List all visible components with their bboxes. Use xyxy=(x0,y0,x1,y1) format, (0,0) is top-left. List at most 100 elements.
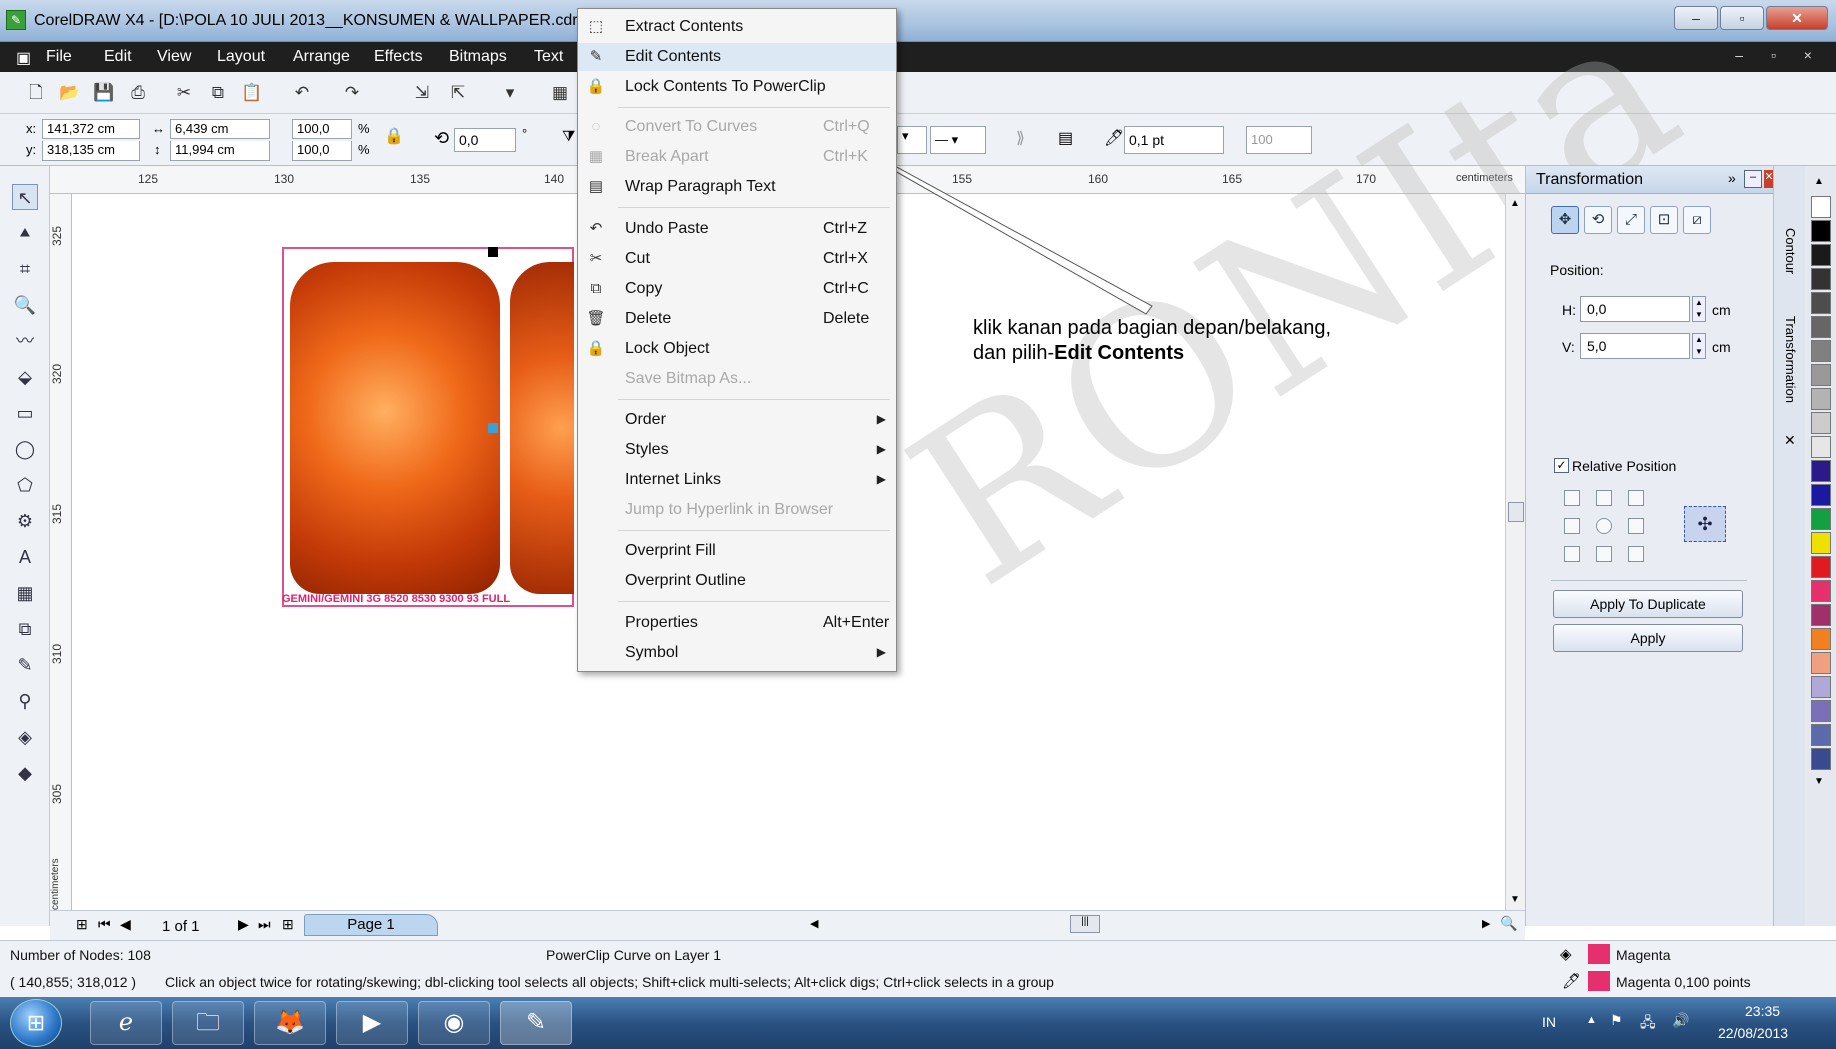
palette-scroll-down-icon[interactable]: ▼ xyxy=(1814,776,1824,787)
tab-transformation[interactable]: Transformation xyxy=(1783,316,1798,403)
palette-scroll-up-icon[interactable]: ▲ xyxy=(1814,176,1824,187)
vertical-scrollbar[interactable]: ▲ ▼ xyxy=(1505,194,1525,910)
clock-time[interactable]: 23:35 xyxy=(1745,1003,1780,1019)
freehand-tool-icon[interactable]: 〰 xyxy=(12,328,38,354)
menu-effects[interactable]: Effects xyxy=(374,48,423,66)
phone-skin-back[interactable] xyxy=(510,262,574,594)
expand-docker-icon[interactable]: » xyxy=(1728,170,1736,186)
new-document-icon[interactable]: 🗋 xyxy=(24,81,48,105)
menu-view[interactable]: View xyxy=(157,48,191,66)
color-swatch[interactable] xyxy=(1811,724,1831,746)
color-swatch[interactable] xyxy=(1811,340,1831,362)
text-tool-icon[interactable]: A xyxy=(12,544,38,570)
color-swatch[interactable] xyxy=(1811,532,1831,554)
menu-item-wrap-paragraph-text[interactable]: ▤ Wrap Paragraph Text xyxy=(578,173,896,201)
menu-item-lock-contents[interactable]: 🔒 Lock Contents To PowerClip xyxy=(578,73,896,101)
menu-arrange[interactable]: Arrange xyxy=(293,48,350,66)
menu-item-undo-paste[interactable]: ↶ Undo Paste Ctrl+Z xyxy=(578,215,896,243)
tab-page-1[interactable]: Page 1 xyxy=(304,914,438,936)
clock-date[interactable]: 22/08/2013 xyxy=(1718,1025,1788,1041)
phone-skin-front[interactable] xyxy=(290,262,500,594)
eyedropper-tool-icon[interactable]: ✎ xyxy=(12,652,38,678)
menu-item-save-bitmap[interactable]: Save Bitmap As... xyxy=(578,365,896,393)
save-icon[interactable]: 💾 xyxy=(92,81,116,105)
prev-page-icon[interactable]: ◀ xyxy=(120,916,131,933)
menu-item-jump-hyperlink[interactable]: Jump to Hyperlink in Browser xyxy=(578,496,896,524)
outline-color-swatch[interactable] xyxy=(1588,971,1610,991)
smart-fill-icon[interactable]: ⬙ xyxy=(12,364,38,390)
anchor-point[interactable] xyxy=(1564,546,1580,562)
tray-expand-icon[interactable]: ▲ xyxy=(1586,1014,1597,1026)
scale-mode-icon[interactable]: ⤢ xyxy=(1617,206,1645,234)
pick-tool-icon[interactable]: ↖ xyxy=(12,184,38,210)
color-swatch[interactable] xyxy=(1811,508,1831,530)
maximize-button[interactable]: ▫ xyxy=(1720,6,1764,30)
relative-position-checkbox[interactable]: ✓ xyxy=(1554,458,1569,473)
menu-item-edit-contents[interactable]: ✎ Edit Contents xyxy=(578,43,896,71)
polygon-tool-icon[interactable]: ⬠ xyxy=(12,472,38,498)
media-player-icon[interactable]: ▶ xyxy=(336,1001,408,1045)
mirror-icon[interactable]: ⧩ xyxy=(562,128,575,145)
file-explorer-icon[interactable]: 🗀 xyxy=(172,1001,244,1045)
color-swatch[interactable] xyxy=(1811,436,1831,458)
selection-handle[interactable] xyxy=(488,423,498,433)
fill-color-swatch[interactable] xyxy=(1588,944,1610,964)
color-swatch[interactable] xyxy=(1811,676,1831,698)
color-swatch[interactable] xyxy=(1811,556,1831,578)
menu-item-extract-contents[interactable]: ⬚ Extract Contents xyxy=(578,13,896,41)
zoom-tool-icon[interactable]: 🔍 xyxy=(12,292,38,318)
menu-item-properties[interactable]: Properties Alt+Enter xyxy=(578,609,896,637)
application-launcher-icon[interactable]: ▾ xyxy=(498,81,522,105)
y-position-field[interactable]: 318,135 cm xyxy=(42,141,140,161)
basic-shapes-icon[interactable]: ⚙ xyxy=(12,508,38,534)
menu-item-overprint-fill[interactable]: Overprint Fill xyxy=(578,537,896,565)
paste-icon[interactable]: 📋 xyxy=(240,81,264,105)
scroll-up-icon[interactable]: ▲ xyxy=(1510,198,1520,209)
horizontal-scroll-thumb[interactable]: ||| xyxy=(1070,915,1100,933)
action-center-icon[interactable]: ⚑ xyxy=(1610,1012,1623,1029)
v-position-field[interactable]: 5,0 xyxy=(1580,333,1690,359)
close-button[interactable]: ✕ xyxy=(1766,6,1828,30)
height-field[interactable]: 11,994 cm xyxy=(170,141,270,161)
anchor-point[interactable] xyxy=(1628,518,1644,534)
close-tab-icon[interactable]: ✕ xyxy=(1784,432,1796,449)
h-stepper[interactable]: ▲ ▼ xyxy=(1692,296,1706,322)
apply-button[interactable]: Apply xyxy=(1553,624,1743,652)
rectangle-tool-icon[interactable]: ▭ xyxy=(12,400,38,426)
outline-tool-icon[interactable]: ⚲ xyxy=(12,688,38,714)
color-swatch[interactable] xyxy=(1811,364,1831,386)
menu-item-order[interactable]: Order ▶ xyxy=(578,406,896,434)
anchor-point[interactable] xyxy=(1596,518,1612,534)
color-swatch[interactable] xyxy=(1811,580,1831,602)
scroll-thumb[interactable] xyxy=(1508,502,1524,522)
h-position-field[interactable]: 0,0 xyxy=(1580,296,1690,322)
color-swatch[interactable] xyxy=(1811,268,1831,290)
anchor-point[interactable] xyxy=(1628,546,1644,562)
interactive-fill-icon[interactable]: ◆ xyxy=(12,760,38,786)
anchor-point[interactable] xyxy=(1596,490,1612,506)
no-color-swatch[interactable] xyxy=(1811,196,1831,218)
print-icon[interactable]: ⎙ xyxy=(126,81,150,105)
menu-item-break-apart[interactable]: ▦ Break Apart Ctrl+K xyxy=(578,143,896,171)
next-page-icon[interactable]: ▶ xyxy=(238,916,249,933)
volume-icon[interactable]: 🔊 xyxy=(1672,1012,1689,1029)
menu-layout[interactable]: Layout xyxy=(217,48,265,66)
color-swatch[interactable] xyxy=(1811,748,1831,770)
menu-edit[interactable]: Edit xyxy=(104,48,132,66)
selection-handle[interactable] xyxy=(488,247,498,257)
menu-item-cut[interactable]: ✂ Cut Ctrl+X xyxy=(578,245,896,273)
angle-field[interactable]: 0,0 xyxy=(454,128,516,152)
color-swatch[interactable] xyxy=(1811,652,1831,674)
anchor-point[interactable] xyxy=(1628,490,1644,506)
rotate-mode-icon[interactable]: ⟲ xyxy=(1584,206,1612,234)
menu-item-overprint-outline[interactable]: Overprint Outline xyxy=(578,567,896,595)
menu-item-delete[interactable]: 🗑 Delete Delete xyxy=(578,305,896,333)
first-page-icon[interactable]: ⏮ xyxy=(98,916,111,933)
chrome-icon[interactable]: ◉ xyxy=(418,1001,490,1045)
menu-item-copy[interactable]: ⧉ Copy Ctrl+C xyxy=(578,275,896,303)
apply-to-duplicate-button[interactable]: Apply To Duplicate xyxy=(1553,590,1743,618)
color-swatch[interactable] xyxy=(1811,388,1831,410)
add-page-icon[interactable]: ⊞ xyxy=(76,916,88,933)
interactive-blend-icon[interactable]: ⧉ xyxy=(12,616,38,642)
scale-x-field[interactable]: 100,0 xyxy=(292,119,352,139)
